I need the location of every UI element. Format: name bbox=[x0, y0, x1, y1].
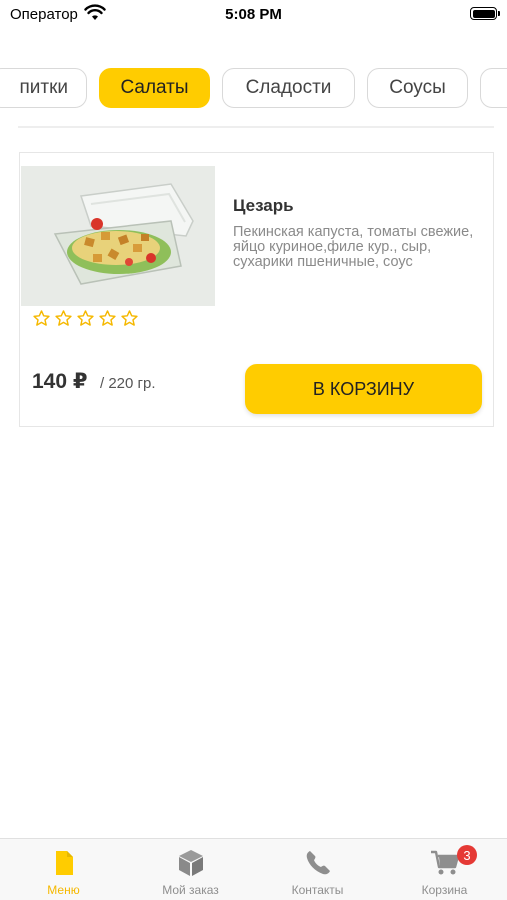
category-tab-salads[interactable]: Салаты bbox=[99, 68, 210, 108]
category-tabs: питки Салаты Сладости Соусы bbox=[0, 66, 507, 112]
category-tab-drinks[interactable]: питки bbox=[0, 68, 87, 108]
product-price: 140 ₽ bbox=[32, 370, 88, 393]
product-title: Цезарь bbox=[233, 196, 294, 215]
document-icon bbox=[55, 851, 73, 875]
tab-bar: Меню Мой заказ Контакты 3 Корзина bbox=[0, 838, 507, 900]
tabbar-item-contacts[interactable]: Контакты bbox=[254, 839, 381, 900]
product-card[interactable]: Цезарь Пекинская капуста, томаты свежие,… bbox=[19, 152, 494, 427]
cart-badge: 3 bbox=[457, 845, 477, 865]
rating[interactable] bbox=[32, 309, 139, 328]
phone-icon bbox=[306, 851, 330, 875]
clock: 5:08 PM bbox=[225, 6, 282, 23]
cart-icon bbox=[430, 850, 459, 875]
battery-icon bbox=[470, 7, 500, 20]
star-empty-icon[interactable] bbox=[98, 309, 117, 328]
tabbar-item-my-order[interactable]: Мой заказ bbox=[127, 839, 254, 900]
category-tab-sweets[interactable]: Сладости bbox=[222, 68, 355, 108]
star-empty-icon[interactable] bbox=[76, 309, 95, 328]
product-weight: / 220 гр. bbox=[100, 375, 156, 392]
star-empty-icon[interactable] bbox=[32, 309, 51, 328]
product-image[interactable] bbox=[21, 166, 215, 306]
divider bbox=[18, 126, 494, 128]
category-tab-next[interactable] bbox=[480, 68, 507, 108]
box-icon bbox=[178, 850, 203, 876]
star-empty-icon[interactable] bbox=[120, 309, 139, 328]
add-to-cart-button[interactable]: В КОРЗИНУ bbox=[245, 364, 482, 414]
category-tab-sauces[interactable]: Соусы bbox=[367, 68, 468, 108]
product-description: Пекинская капуста, томаты свежие, яйцо к… bbox=[233, 224, 474, 270]
status-bar: Оператор 5:08 PM bbox=[0, 0, 507, 30]
tabbar-item-menu[interactable]: Меню bbox=[0, 839, 127, 900]
tabbar-item-cart[interactable]: 3 Корзина bbox=[381, 839, 507, 900]
salad-container-illustration bbox=[21, 166, 215, 306]
star-empty-icon[interactable] bbox=[54, 309, 73, 328]
